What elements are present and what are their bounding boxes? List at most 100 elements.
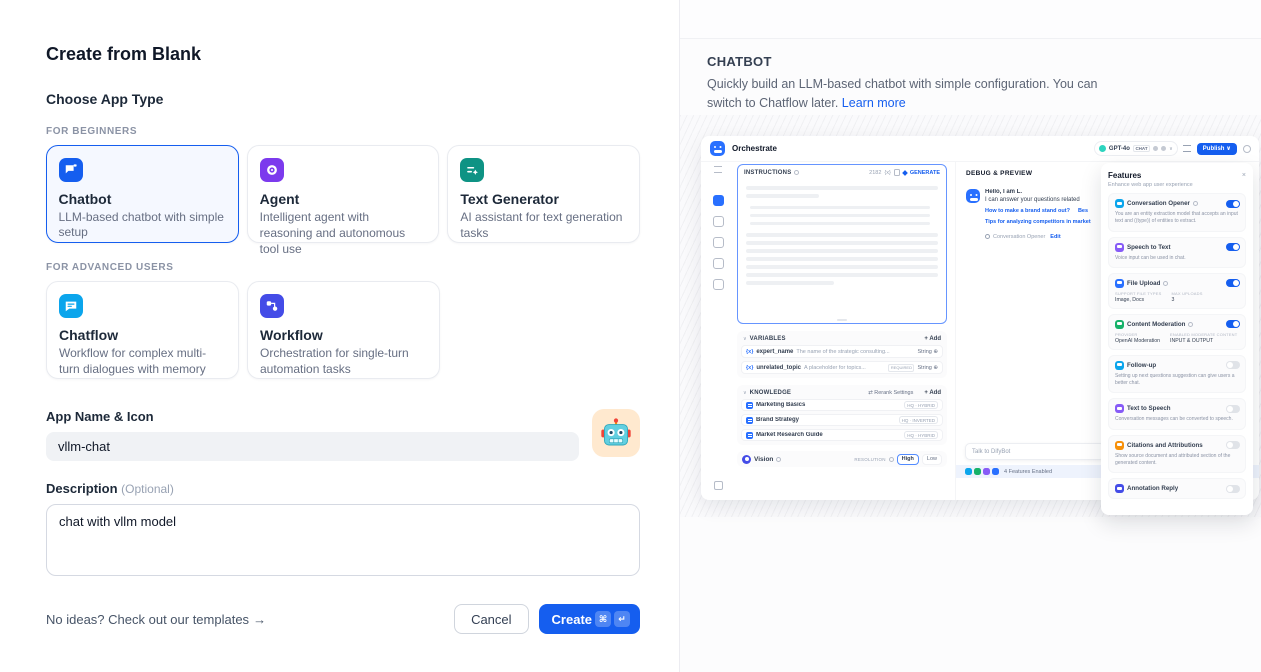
- speech-to-text-icon: [1115, 243, 1124, 252]
- feature-name: Text to Speech: [1127, 405, 1171, 412]
- features-subtitle: Enhance web app user experience: [1108, 182, 1246, 188]
- document-icon: [746, 402, 753, 409]
- cancel-button[interactable]: Cancel: [454, 604, 528, 634]
- variable-name: unrelated_topic: [756, 365, 801, 371]
- striped-background: Orchestrate GPT-4o CHAT ∨ Publish ∨: [680, 115, 1261, 517]
- bot-app-icon: [710, 141, 725, 156]
- rail-icon-file: [713, 258, 724, 269]
- workflow-icon: [260, 294, 284, 318]
- app-type-card-chatbot[interactable]: Chatbot LLM-based chatbot with simple se…: [46, 145, 239, 243]
- add-variable-button: + Add: [924, 336, 941, 342]
- preview-left-rail: [701, 162, 735, 500]
- char-count: 2182: [869, 170, 881, 176]
- feature-content-moderation: Content Moderation PROVIDER OpenAI Moder…: [1108, 314, 1246, 350]
- knowledge-tag: HQ · INVERTED: [899, 416, 938, 424]
- meta-label: SUPPORT FILE TYPES: [1115, 291, 1162, 296]
- resolution-label: RESOLUTION: [854, 457, 885, 462]
- preview-app-title: Orchestrate: [732, 144, 777, 153]
- chatbot-info: CHATBOT Quickly build an LLM-based chatb…: [680, 39, 1261, 113]
- close-icon: ×: [1242, 172, 1246, 179]
- knowledge-section: ∨ KNOWLEDGE ⇄ Rerank Settings + Add Mark…: [737, 385, 947, 445]
- info-description: Quickly build an LLM-based chatbot with …: [707, 75, 1117, 113]
- right-top-strip: [680, 0, 1261, 39]
- instructions-label: INSTRUCTIONS: [744, 170, 791, 176]
- create-button[interactable]: Create ⌘ ↵: [539, 604, 640, 634]
- feature-mini-icon: [983, 468, 990, 475]
- feature-annotation-reply: Annotation Reply: [1108, 478, 1246, 499]
- publish-button: Publish ∨: [1197, 143, 1237, 155]
- variables-label: VARIABLES: [750, 336, 786, 342]
- preview-config-column: INSTRUCTIONS 2182 {x} GENERATE: [737, 162, 953, 500]
- app-type-info-panel: CHATBOT Quickly build an LLM-based chatb…: [679, 0, 1261, 672]
- app-name-input[interactable]: [46, 432, 579, 461]
- features-title: Features: [1108, 171, 1141, 180]
- feature-desc: Voice input can be used in chat.: [1115, 255, 1240, 262]
- info-icon: [1188, 322, 1193, 327]
- variable-name: expert_name: [756, 349, 793, 355]
- model-selector: GPT-4o CHAT ∨: [1094, 141, 1178, 156]
- card-title: Text Generator: [460, 191, 625, 207]
- feature-mini-icon: [965, 468, 972, 475]
- feature-name: Content Moderation: [1127, 321, 1185, 328]
- app-type-card-workflow[interactable]: Workflow Orchestration for single-turn a…: [247, 281, 440, 379]
- knowledge-row: Market Research Guide HQ · HYBRID: [741, 429, 943, 441]
- features-enabled-count: 4 Features Enabled: [1004, 469, 1052, 475]
- learn-more-link[interactable]: Learn more: [842, 96, 906, 110]
- bot-avatar: [966, 189, 980, 203]
- sparkle-icon: [902, 170, 908, 176]
- variable-row: {x} expert_name The name of the strategi…: [741, 345, 943, 358]
- description-textarea[interactable]: chat with vllm model: [46, 504, 640, 576]
- app-type-card-agent[interactable]: Agent Intelligent agent with reasoning a…: [247, 145, 440, 243]
- knowledge-tag: HQ · HYBRID: [904, 401, 938, 409]
- optional-label: (Optional): [121, 482, 174, 496]
- info-icon: [1193, 201, 1198, 206]
- suggestion-link: How to make a brand stand out?: [985, 208, 1070, 214]
- toggle-on: [1226, 320, 1240, 328]
- chat-input-placeholder: Talk to DifyBot: [972, 449, 1010, 455]
- card-title: Agent: [260, 191, 425, 207]
- edit-link: Edit: [1050, 234, 1060, 240]
- card-desc: AI assistant for text generation tasks: [460, 210, 625, 242]
- app-type-card-chatflow[interactable]: Chatflow Workflow for complex multi-turn…: [46, 281, 239, 379]
- description-label: Description (Optional): [46, 481, 640, 496]
- feature-desc: You are an entity extraction model that …: [1115, 211, 1240, 226]
- model-name: GPT-4o: [1109, 146, 1130, 152]
- conversation-opener-icon: [1115, 199, 1124, 208]
- card-desc: Orchestration for single-turn automation…: [260, 346, 425, 378]
- feature-desc: Setting up next questions suggestion can…: [1115, 373, 1240, 388]
- templates-link[interactable]: No ideas? Check out our templates→: [46, 612, 266, 627]
- greeting-line: I can answer your questions related: [985, 197, 1091, 203]
- app-icon-picker[interactable]: [592, 409, 640, 457]
- knowledge-tag: HQ · HYBRID: [904, 431, 938, 439]
- generate-button: GENERATE: [910, 170, 940, 176]
- info-icon: [1163, 281, 1168, 286]
- greeting-line: Hello, I am L.: [985, 189, 1091, 195]
- suggestion-link: Tips for analyzing competitors in market: [985, 219, 1091, 225]
- variable-icon: {x}: [884, 170, 890, 176]
- create-app-dialog: Create from Blank Choose App Type FOR BE…: [0, 0, 679, 672]
- variable-type: String ⊕: [917, 365, 938, 371]
- beginner-cards-row: Chatbot LLM-based chatbot with simple se…: [46, 145, 640, 243]
- page-title: Create from Blank: [46, 44, 640, 65]
- variables-section: ∨ VARIABLES + Add {x} expert_name The na…: [737, 331, 947, 378]
- card-title: Chatflow: [59, 327, 224, 343]
- mic-icon: [1153, 146, 1158, 151]
- copy-icon: [894, 169, 900, 176]
- features-panel: Features × Enhance web app user experien…: [1101, 163, 1253, 515]
- for-advanced-users-label: FOR ADVANCED USERS: [46, 262, 640, 273]
- meta-label: MAX UPLOADS: [1172, 291, 1203, 296]
- app-type-card-text-generator[interactable]: Text Generator AI assistant for text gen…: [447, 145, 640, 243]
- chatflow-icon: [59, 294, 83, 318]
- meta-label: PROVIDER: [1115, 332, 1160, 337]
- feature-citations: Citations and Attributions Show source d…: [1108, 435, 1246, 474]
- for-beginners-label: FOR BEGINNERS: [46, 126, 640, 137]
- toggle-on: [1226, 243, 1240, 251]
- knowledge-label: KNOWLEDGE: [750, 390, 791, 396]
- content-moderation-icon: [1115, 320, 1124, 329]
- chevron-down-icon: ∨: [743, 336, 747, 342]
- chat-input: Talk to DifyBot: [965, 443, 1105, 460]
- toggle-on: [1226, 200, 1240, 208]
- toggle-off: [1226, 361, 1240, 369]
- arrow-right-icon: →: [253, 612, 266, 627]
- model-provider-icon: [1099, 145, 1106, 152]
